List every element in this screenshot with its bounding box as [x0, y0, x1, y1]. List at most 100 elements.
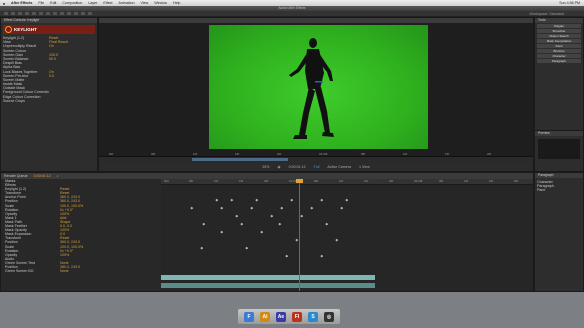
right-panel-button[interactable]: Wiggler — [537, 24, 581, 28]
right-panel-button[interactable]: Mask Interpolation — [537, 39, 581, 43]
keyframe-marker[interactable] — [300, 214, 303, 217]
composition-viewer[interactable] — [209, 25, 428, 149]
preview-panel: Preview — [534, 130, 584, 172]
current-time-indicator-head[interactable] — [296, 179, 303, 183]
menu-effect[interactable]: Effect — [100, 1, 115, 5]
keyframe-marker[interactable] — [325, 222, 328, 225]
right-panel-button[interactable]: Paragraph — [537, 59, 581, 63]
workspace-select[interactable]: Workspace: Standard — [530, 12, 584, 16]
keyframe-marker[interactable] — [285, 254, 288, 257]
zoom-select[interactable]: 25% — [262, 165, 269, 169]
hand-tool-icon[interactable] — [11, 11, 15, 16]
timeline-timecode[interactable]: 0:00:01:12 — [34, 174, 51, 178]
menu-file[interactable]: File — [35, 1, 47, 5]
keyframe-marker[interactable] — [320, 254, 323, 257]
menu-layer[interactable]: Layer — [85, 1, 100, 5]
comp-timecode[interactable]: 0:00:01:12 — [289, 165, 306, 169]
dock-app-icon[interactable]: S — [308, 311, 318, 322]
timeline-graph[interactable]: 00s 05f 10f 15f 20f 01:00f 05f 10f 15f 20f 02:00f 0… — [161, 179, 533, 291]
right-panel-button[interactable]: Smoother — [537, 29, 581, 33]
keyframe-marker[interactable] — [255, 198, 258, 201]
keyframe-marker[interactable] — [200, 246, 203, 249]
dock-app-icon[interactable]: Ai — [260, 311, 270, 322]
apple-icon[interactable]: ● — [0, 1, 8, 6]
pan-behind-tool-icon[interactable] — [39, 11, 43, 16]
camera-tool-icon[interactable] — [32, 11, 36, 16]
pen-tool-icon[interactable] — [53, 11, 57, 16]
keyframe-marker[interactable] — [230, 198, 233, 201]
effect-row-value[interactable]: 0.0 — [49, 74, 54, 78]
render-queue-tab[interactable]: Render Queue — [4, 174, 28, 178]
keyframe-marker[interactable] — [235, 214, 238, 217]
keyframe-marker[interactable] — [220, 230, 223, 233]
search-icon[interactable]: ⌕ — [57, 174, 59, 178]
dock-app-icon[interactable]: ◎ — [324, 311, 334, 322]
zoom-tool-icon[interactable] — [18, 11, 22, 16]
timeline-row-value[interactable]: 100% — [60, 253, 69, 257]
keyframe-marker[interactable] — [278, 222, 281, 225]
right-panel-button[interactable]: Paint — [537, 44, 581, 48]
comp-ruler-label: 20f — [487, 152, 492, 156]
keyframe-marker[interactable] — [190, 206, 193, 209]
dock-app-icon[interactable]: F — [244, 311, 254, 322]
keyframe-marker[interactable] — [295, 238, 298, 241]
keyframe-marker[interactable] — [202, 222, 205, 225]
right-panel-tab[interactable]: Tools — [535, 18, 583, 23]
menu-composition[interactable]: Composition — [59, 1, 85, 5]
effect-controls-tab[interactable]: Effect Controls: Keylight — [1, 18, 97, 23]
keyframe-marker[interactable] — [250, 206, 253, 209]
comp-time-ruler[interactable]: 00f 05f 10f 15f 20f 01:00f 05f 10f 15f 20f — [99, 152, 533, 163]
keyframe-marker[interactable] — [340, 206, 343, 209]
keyframe-marker[interactable] — [320, 198, 323, 201]
view-select[interactable]: Active Camera — [327, 165, 351, 169]
menu-view[interactable]: View — [137, 1, 151, 5]
composition-tab-bar[interactable] — [99, 18, 533, 23]
work-area-bar[interactable] — [192, 158, 288, 161]
layer-bar-2[interactable] — [161, 283, 375, 288]
effect-row-value[interactable]: 50.0 — [49, 57, 56, 61]
timeline-ruler[interactable]: 00s 05f 10f 15f 20f 01:00f 05f 10f 15f 20f 02:00f 0… — [161, 179, 533, 185]
keyframe-marker[interactable] — [310, 206, 313, 209]
menu-help[interactable]: Help — [170, 1, 183, 5]
timeline-row-value[interactable]: None — [60, 269, 69, 273]
actor-figure — [289, 38, 334, 139]
menu-clock[interactable]: Sun 4:56 PM — [559, 1, 580, 5]
preview-tab[interactable]: Preview — [535, 131, 583, 136]
keyframe-marker[interactable] — [220, 206, 223, 209]
brush-tool-icon[interactable] — [67, 11, 71, 16]
keyframe-marker[interactable] — [290, 198, 293, 201]
menu-edit[interactable]: Edit — [47, 1, 59, 5]
dock-app-icon[interactable]: Ae — [276, 311, 286, 322]
puppet-tool-icon[interactable] — [88, 11, 92, 16]
resolution-select[interactable]: Full — [314, 165, 320, 169]
layer-bar-1[interactable] — [161, 275, 375, 280]
eraser-tool-icon[interactable] — [81, 11, 85, 16]
current-time-indicator[interactable] — [299, 179, 300, 291]
right-panel-button[interactable]: Character — [537, 54, 581, 58]
menu-window[interactable]: Window — [151, 1, 170, 5]
mask-tool-icon[interactable] — [46, 11, 50, 16]
views-select[interactable]: 1 View — [359, 165, 370, 169]
dock-app-icon[interactable]: Fl — [292, 311, 302, 322]
camera-icon[interactable]: ◉ — [277, 165, 280, 169]
menu-animation[interactable]: Animation — [115, 1, 137, 5]
keyframe-marker[interactable] — [215, 198, 218, 201]
keyframe-marker[interactable] — [260, 230, 263, 233]
keyframe-marker[interactable] — [335, 238, 338, 241]
keyframe-marker[interactable] — [270, 214, 273, 217]
type-tool-icon[interactable] — [60, 11, 64, 16]
keyframe-marker[interactable] — [245, 246, 248, 249]
rotate-tool-icon[interactable] — [25, 11, 29, 16]
selection-tool-icon[interactable] — [4, 11, 8, 16]
keyframe-marker[interactable] — [280, 206, 283, 209]
menu-app[interactable]: After Effects — [8, 1, 35, 5]
right-panel-button[interactable]: Brushes — [537, 49, 581, 53]
right-panel-button[interactable]: Motion Sketch — [537, 34, 581, 38]
timeline-layer-row[interactable]: Green Screen BG None — [1, 269, 161, 273]
effect-row[interactable]: Source Crops — [1, 99, 97, 103]
keyframe-marker[interactable] — [240, 222, 243, 225]
keyframe-marker[interactable] — [345, 198, 348, 201]
clone-tool-icon[interactable] — [74, 11, 78, 16]
effect-row-value[interactable]: On — [49, 44, 54, 48]
preview-thumbnail — [538, 139, 580, 159]
